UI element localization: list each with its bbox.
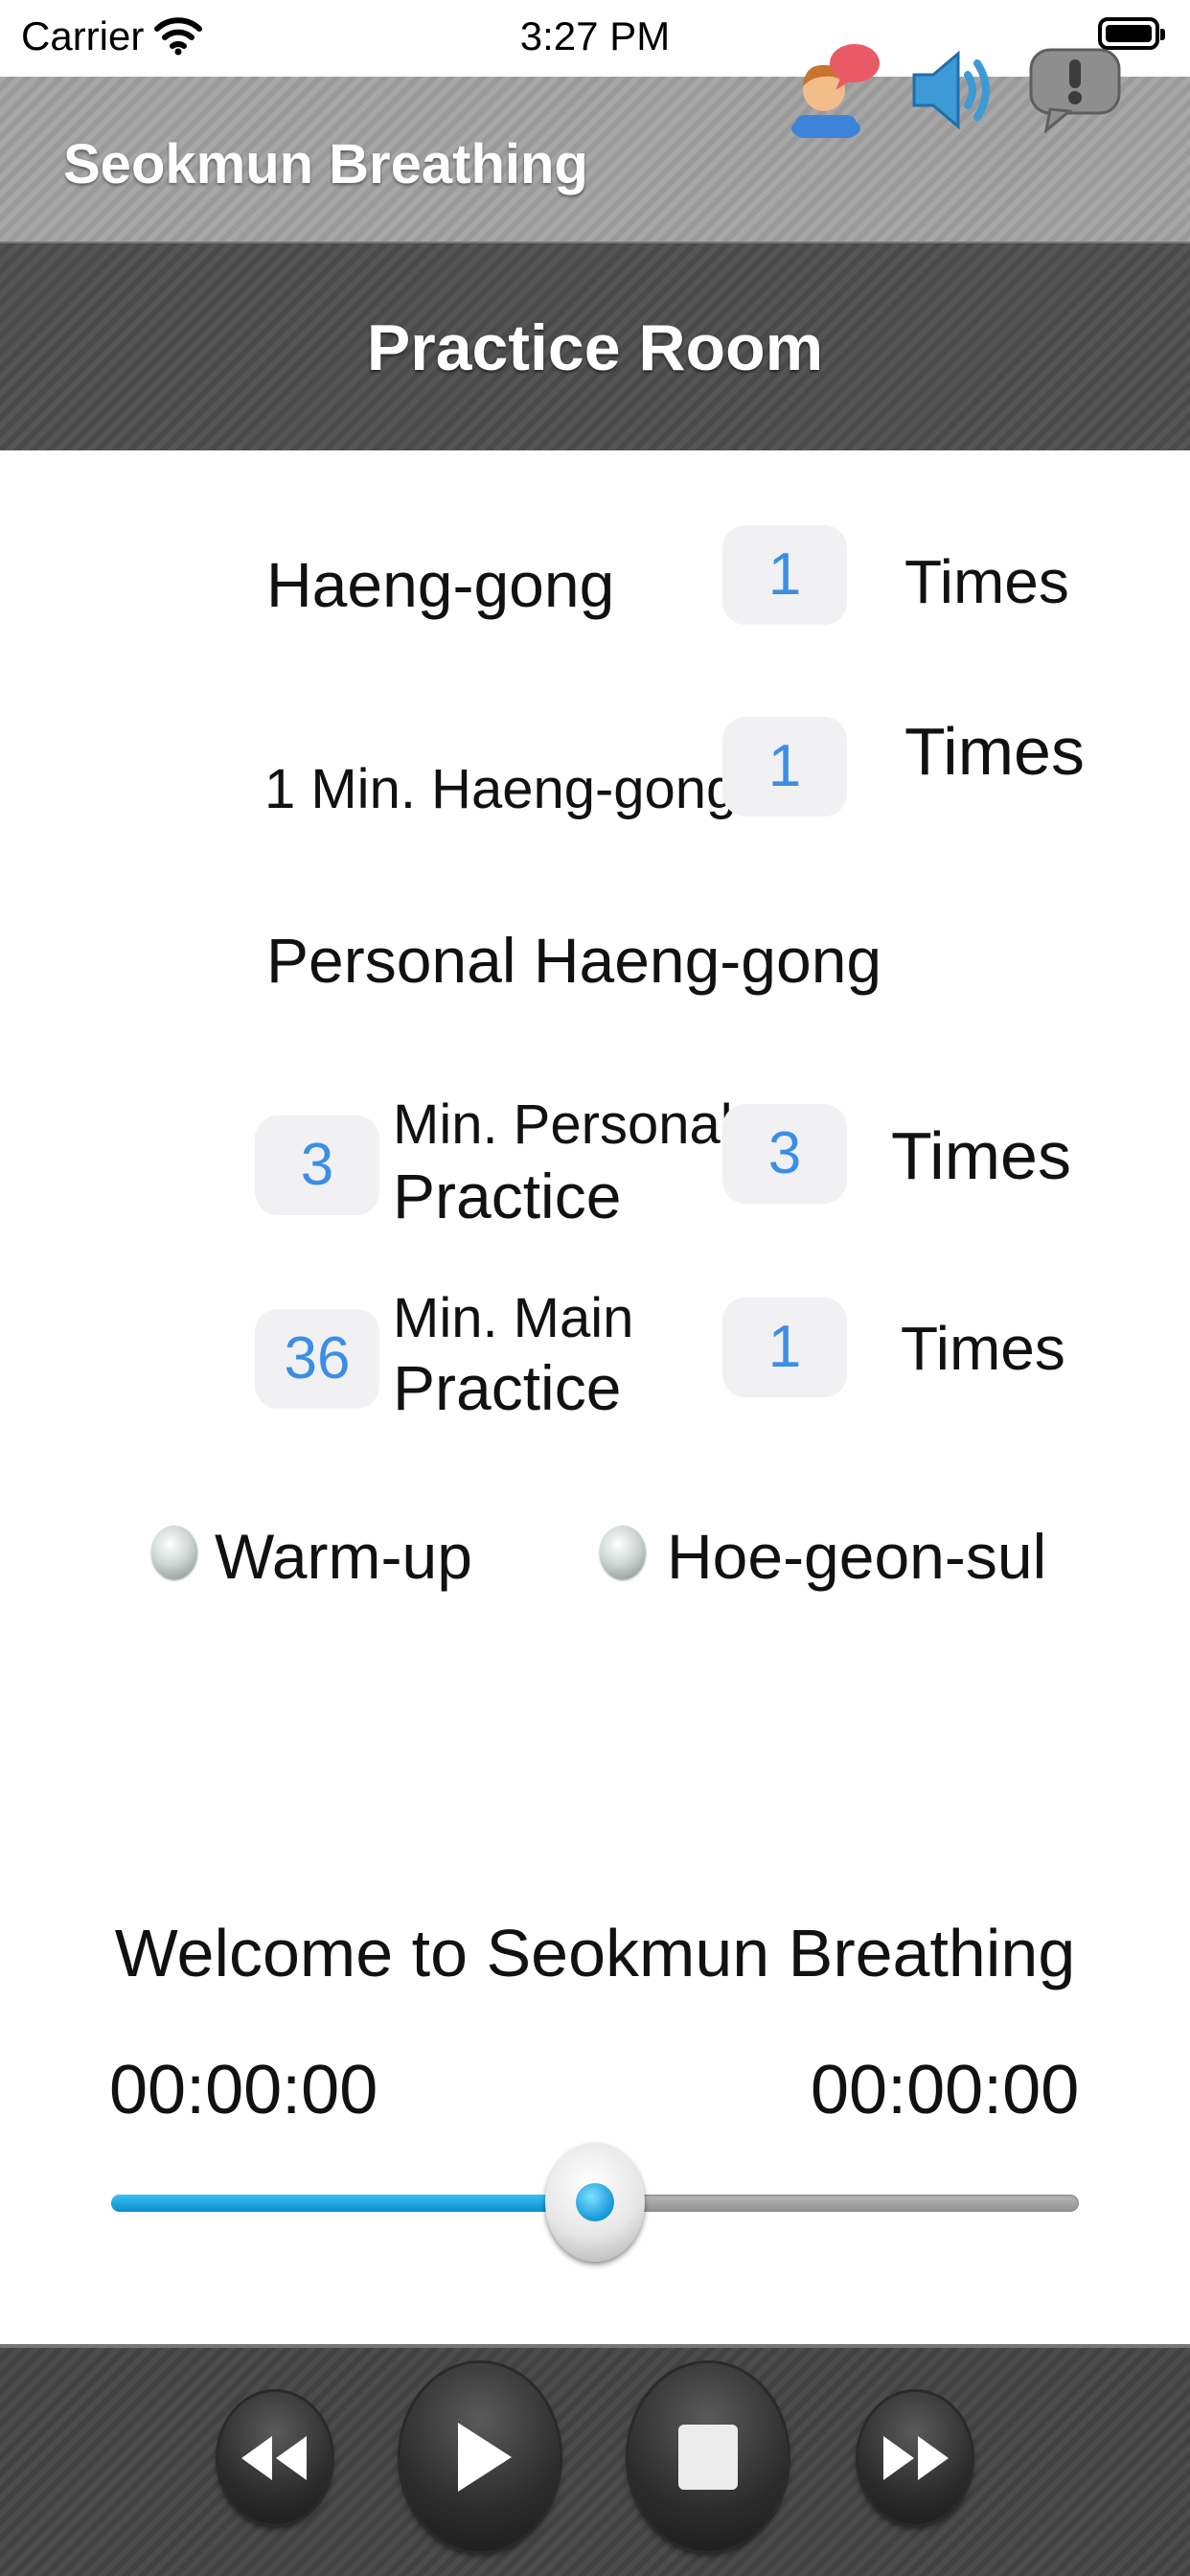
app-title: Seokmun Breathing — [63, 133, 588, 196]
status-bar: Carrier 3:27 PM — [0, 0, 1190, 77]
checkbox-haeng-gong[interactable] — [128, 527, 240, 640]
stop-icon — [678, 2425, 738, 2490]
count-stepper-personal-practice[interactable]: 3 — [722, 1104, 847, 1204]
remaining-time: 00:00:00 — [811, 2052, 1080, 2128]
fast-forward-button[interactable] — [858, 2392, 972, 2524]
title-bar: Practice Room — [0, 243, 1190, 450]
minutes-stepper-personal-practice[interactable]: 3 — [255, 1116, 379, 1215]
count-stepper-haeng-gong[interactable]: 1 — [722, 525, 847, 625]
progress-slider-fill — [111, 2195, 595, 2212]
play-button[interactable] — [400, 2363, 560, 2551]
page-title: Practice Room — [366, 311, 824, 384]
checkbox-main-practice[interactable] — [128, 1282, 240, 1395]
alert-bubble-icon[interactable] — [1027, 38, 1123, 138]
radio-warm-up[interactable] — [151, 1526, 197, 1579]
elapsed-time: 00:00:00 — [109, 2052, 378, 2128]
welcome-message: Welcome to Seokmun Breathing — [114, 1916, 1076, 1990]
status-time: 3:27 PM — [519, 13, 671, 58]
checkbox-personal-haeng-gong[interactable] — [128, 903, 240, 1016]
times-label: Times — [891, 1118, 1071, 1193]
rewind-icon — [241, 2436, 307, 2480]
checkbox-personal-practice[interactable] — [128, 1092, 240, 1206]
label-main-practice-line1: Min. Main — [393, 1287, 634, 1349]
label-haeng-gong: Haeng-gong — [266, 549, 615, 620]
fast-forward-icon — [883, 2436, 949, 2480]
times-label: Times — [901, 1314, 1065, 1383]
app-header: Seokmun Breathing — [0, 77, 1190, 243]
count-stepper-main-practice[interactable]: 1 — [722, 1298, 847, 1397]
label-warm-up: Warm-up — [215, 1521, 472, 1592]
label-1min-haeng-gong: 1 Min. Haeng-gong — [264, 758, 738, 820]
label-hoe-geon-sul: Hoe-geon-sul — [667, 1521, 1047, 1592]
player-toolbar — [0, 2344, 1190, 2576]
profile-chat-icon[interactable] — [788, 38, 883, 142]
progress-slider-thumb[interactable] — [545, 2143, 645, 2262]
times-label: Times — [904, 547, 1069, 616]
rewind-button[interactable] — [218, 2392, 332, 2524]
checkbox-1min-haeng-gong[interactable] — [128, 721, 240, 834]
radio-hoe-geon-sul[interactable] — [600, 1526, 646, 1579]
play-icon — [458, 2423, 512, 2492]
stop-button[interactable] — [629, 2363, 788, 2551]
label-main-practice-line2: Practice — [393, 1352, 622, 1423]
speaker-icon[interactable] — [906, 38, 1002, 138]
minutes-stepper-main-practice[interactable]: 36 — [255, 1309, 379, 1409]
label-personal-haeng-gong: Personal Haeng-gong — [266, 925, 882, 996]
times-label: Times — [904, 714, 1085, 789]
label-personal-practice-line1: Min. Personal — [393, 1093, 733, 1156]
count-stepper-1min-haeng-gong[interactable]: 1 — [722, 717, 847, 816]
label-personal-practice-line2: Practice — [393, 1161, 622, 1231]
